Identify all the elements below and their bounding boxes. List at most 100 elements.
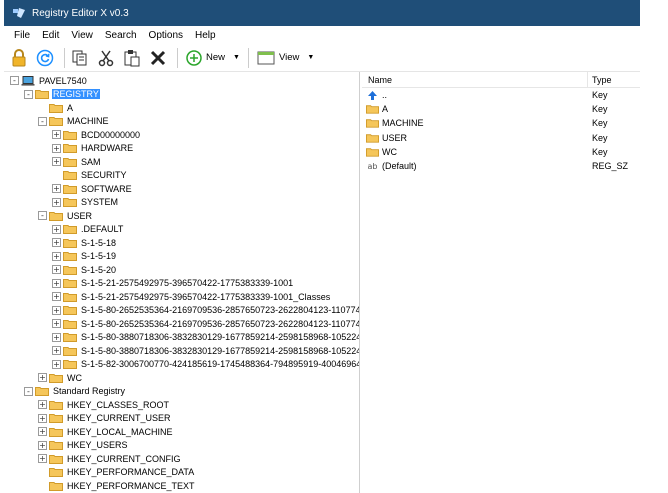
tree-node[interactable]: + SYSTEM [52, 196, 119, 210]
tree-node[interactable]: + S-1-5-20 [52, 263, 117, 277]
tree-node[interactable]: + HKEY_CLASSES_ROOT [38, 398, 170, 412]
list-item-name: A [382, 104, 389, 115]
refresh-button[interactable] [34, 47, 56, 69]
tree-node[interactable]: + SAM [52, 155, 102, 169]
collapse-icon[interactable]: - [38, 116, 47, 126]
expand-icon[interactable]: + [52, 157, 61, 167]
expand-icon[interactable]: + [52, 130, 61, 140]
view-button[interactable]: View ▼ [253, 47, 318, 69]
expand-icon[interactable]: + [38, 400, 47, 410]
folder-icon [63, 360, 77, 370]
list-item[interactable]: .. Key [362, 88, 640, 102]
folder-icon [63, 279, 77, 289]
menu-help[interactable]: Help [189, 30, 222, 41]
expand-icon[interactable]: + [52, 305, 61, 315]
tree-node[interactable]: + WC [38, 371, 83, 385]
tree-node[interactable]: + HKEY_USERS [38, 439, 129, 453]
tree-node[interactable]: SECURITY [52, 169, 128, 183]
list-item[interactable]: ab (Default) REG_SZ [362, 159, 640, 173]
expand-icon[interactable]: + [52, 251, 61, 261]
expand-icon[interactable]: + [52, 265, 61, 275]
menu-view[interactable]: View [65, 30, 99, 41]
expand-icon[interactable]: + [52, 332, 61, 342]
tree-node[interactable]: + BCD00000000 [52, 128, 141, 142]
tree-node-label: S-1-5-19 [81, 251, 117, 262]
paste-button[interactable] [121, 47, 143, 69]
tree-node[interactable]: + .DEFAULT [52, 223, 124, 237]
new-button[interactable]: New ▼ [182, 47, 244, 69]
tree-node[interactable]: + HKEY_CURRENT_USER [38, 412, 172, 426]
tree-node[interactable]: + S-1-5-80-3880718306-3832830129-16778592… [52, 344, 359, 358]
cut-button[interactable] [95, 47, 117, 69]
tree-node[interactable]: + HARDWARE [52, 142, 134, 156]
menu-file[interactable]: File [8, 30, 36, 41]
tree-node[interactable]: + HKEY_LOCAL_MACHINE [38, 425, 174, 439]
tree-node-label: S-1-5-80-3880718306-3832830129-167785921… [81, 332, 360, 343]
expand-icon[interactable]: + [52, 346, 61, 356]
toolbar-separator [177, 47, 178, 68]
list-item-name: USER [382, 132, 408, 143]
collapse-icon[interactable]: - [10, 76, 19, 86]
tree-node[interactable]: + SOFTWARE [52, 182, 133, 196]
computer-icon [21, 75, 35, 86]
delete-button[interactable] [147, 47, 169, 69]
expand-icon[interactable]: + [52, 197, 61, 207]
expand-icon[interactable]: + [52, 184, 61, 194]
expand-icon[interactable]: + [38, 440, 47, 450]
tree-node[interactable]: - USER [38, 209, 93, 223]
expand-icon[interactable]: + [38, 373, 47, 383]
list-item-type: Key [592, 146, 608, 157]
folder-icon [366, 118, 379, 129]
tree-node[interactable]: + S-1-5-82-3006700770-424185619-174548836… [52, 358, 359, 372]
menu-edit[interactable]: Edit [36, 30, 65, 41]
expand-icon[interactable]: + [38, 413, 47, 423]
list-item[interactable]: USER Key [362, 131, 640, 145]
column-header-name[interactable]: Name [362, 72, 588, 87]
expand-icon[interactable]: + [52, 143, 61, 153]
list-item[interactable]: WC Key [362, 145, 640, 159]
tree-node[interactable]: - PAVEL7540 [10, 74, 88, 88]
tree-node[interactable]: + S-1-5-80-3880718306-3832830129-16778592… [52, 331, 360, 345]
column-header-type[interactable]: Type [588, 75, 612, 85]
list-item[interactable]: A Key [362, 102, 640, 116]
tree-node[interactable]: + HKEY_CURRENT_CONFIG [38, 452, 182, 466]
expand-icon[interactable]: + [52, 224, 61, 234]
chevron-down-icon: ▼ [233, 54, 240, 61]
expand-icon[interactable]: + [52, 319, 61, 329]
tree-node[interactable]: + S-1-5-21-2575492975-396570422-177538333… [52, 277, 294, 291]
tree-node[interactable]: - MACHINE [38, 115, 110, 129]
copy-button[interactable] [69, 47, 91, 69]
expand-icon[interactable]: + [52, 359, 61, 369]
collapse-icon[interactable]: - [24, 386, 33, 396]
expand-icon[interactable]: + [52, 292, 61, 302]
folder-icon [63, 346, 77, 356]
menu-options[interactable]: Options [143, 30, 189, 41]
tree-node[interactable]: HKEY_PERFORMANCE_TEXT [38, 479, 196, 493]
lock-button[interactable] [8, 47, 30, 69]
tree-node[interactable]: HKEY_PERFORMANCE_DATA [38, 466, 195, 480]
values-list[interactable]: Name Type .. Key A Key MACHINE Key USER Key WC Ke… [362, 72, 640, 493]
expand-icon[interactable]: + [38, 454, 47, 464]
tree-node[interactable]: - Standard Registry [24, 385, 126, 399]
expand-icon[interactable]: + [38, 427, 47, 437]
menu-search[interactable]: Search [99, 30, 143, 41]
folder-icon [49, 400, 63, 410]
tree-node[interactable]: + S-1-5-21-2575492975-396570422-177538333… [52, 290, 331, 304]
tree-node[interactable]: + S-1-5-18 [52, 236, 117, 250]
expand-icon[interactable]: + [52, 278, 61, 288]
tree-node[interactable]: A [38, 101, 74, 115]
expand-icon[interactable]: + [52, 238, 61, 248]
tree-node[interactable]: - REGISTRY [24, 88, 100, 102]
registry-tree[interactable]: - PAVEL7540- REGISTRY A - MACHINE + BCD00000000… [4, 72, 360, 493]
copy-icon [72, 50, 87, 65]
list-item-name: MACHINE [382, 118, 424, 129]
collapse-icon[interactable]: - [38, 211, 47, 221]
tree-node[interactable]: + S-1-5-80-2652535364-2169709536-28576507… [52, 317, 359, 331]
tree-node-label: Standard Registry [53, 386, 126, 397]
tree-node[interactable]: + S-1-5-19 [52, 250, 117, 264]
tree-node[interactable]: + S-1-5-80-2652535364-2169709536-28576507… [52, 304, 359, 318]
tree-node-label: HKEY_CURRENT_USER [67, 413, 171, 424]
collapse-icon[interactable]: - [24, 89, 33, 99]
list-item[interactable]: MACHINE Key [362, 116, 640, 130]
